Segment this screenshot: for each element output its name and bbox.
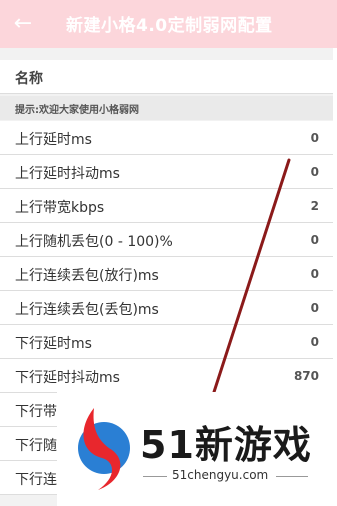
- param-label: 上行延时抖动ms: [15, 166, 120, 182]
- param-label: 下行延时ms: [15, 336, 92, 352]
- param-value: 0: [310, 233, 319, 247]
- param-label: 下行带: [15, 404, 57, 420]
- param-row-downlink-delay[interactable]: 下行延时ms 0: [0, 325, 333, 359]
- param-label: 上行带宽kbps: [15, 200, 105, 216]
- watermark-rule-left: [143, 476, 167, 477]
- watermark-logo-icon: [78, 408, 130, 490]
- param-row-downlink-jitter[interactable]: 下行延时抖动ms 870: [0, 359, 333, 393]
- watermark-brand: 51新游戏: [140, 423, 312, 467]
- param-row-uplink-jitter[interactable]: 上行延时抖动ms 0: [0, 155, 333, 189]
- param-label: 上行连续丢包(丢包)ms: [15, 302, 159, 318]
- param-row-uplink-random-loss[interactable]: 上行随机丢包(0 - 100)% 0: [0, 223, 333, 257]
- param-value: 870: [293, 369, 319, 383]
- param-label: 下行连: [15, 472, 57, 488]
- back-arrow-icon[interactable]: ←: [10, 11, 36, 37]
- param-value: 0: [310, 335, 319, 349]
- hint-text: 提示:欢迎大家使用小格弱网: [15, 105, 139, 116]
- param-label: 上行延时ms: [15, 132, 92, 148]
- watermark-url: 51chengyu.com: [172, 468, 269, 482]
- watermark-rule-right: [276, 476, 308, 477]
- param-row-uplink-bandwidth[interactable]: 上行带宽kbps 2: [0, 189, 333, 223]
- param-row-uplink-burst-drop[interactable]: 上行连续丢包(丢包)ms 0: [0, 291, 333, 325]
- param-value: 0: [310, 267, 319, 281]
- param-value: 0: [310, 165, 319, 179]
- name-field-row[interactable]: 名称: [0, 60, 333, 94]
- param-label: 上行连续丢包(放行)ms: [15, 268, 159, 284]
- param-label: 下行随: [15, 438, 57, 454]
- param-value: 0: [310, 301, 319, 315]
- param-label: 上行随机丢包(0 - 100)%: [15, 234, 173, 250]
- param-value: 0: [310, 131, 319, 145]
- param-value: 2: [310, 199, 319, 213]
- param-row-uplink-burst-pass[interactable]: 上行连续丢包(放行)ms 0: [0, 257, 333, 291]
- param-label: 下行延时抖动ms: [15, 370, 120, 386]
- title-bar: ← 新建小格4.0定制弱网配置: [0, 0, 337, 48]
- name-field-label: 名称: [15, 71, 43, 87]
- hint-banner: 提示:欢迎大家使用小格弱网: [0, 96, 333, 120]
- page-title: 新建小格4.0定制弱网配置: [66, 16, 273, 36]
- param-row-uplink-delay[interactable]: 上行延时ms 0: [0, 121, 333, 155]
